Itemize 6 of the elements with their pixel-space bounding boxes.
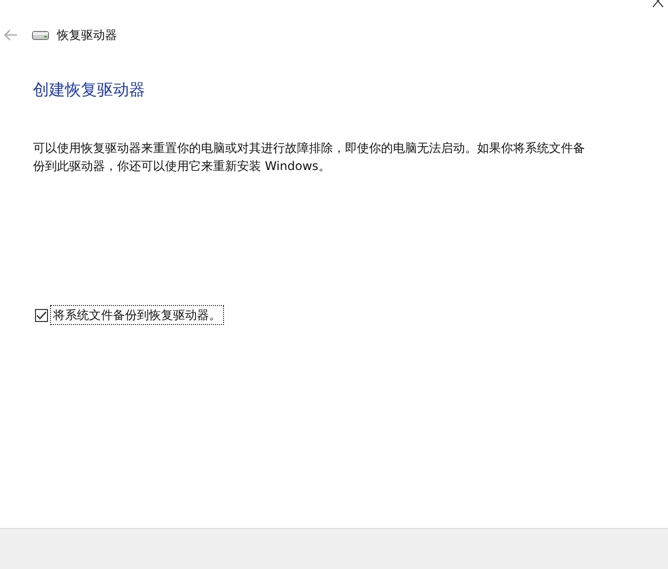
checkbox-label[interactable]: 将系统文件备份到恢复驱动器。 xyxy=(50,305,224,325)
description-text: 可以使用恢复驱动器来重置你的电脑或对其进行故障排除，即使你的电脑无法启动。如果你将系统文件备份到此驱动器，你还可以使用它来重新安装 Windows。 xyxy=(33,140,586,175)
drive-icon xyxy=(32,30,49,40)
window-title: 恢复驱动器 xyxy=(57,27,117,44)
checkbox[interactable] xyxy=(35,308,48,322)
page-heading: 创建恢复驱动器 xyxy=(33,79,146,101)
